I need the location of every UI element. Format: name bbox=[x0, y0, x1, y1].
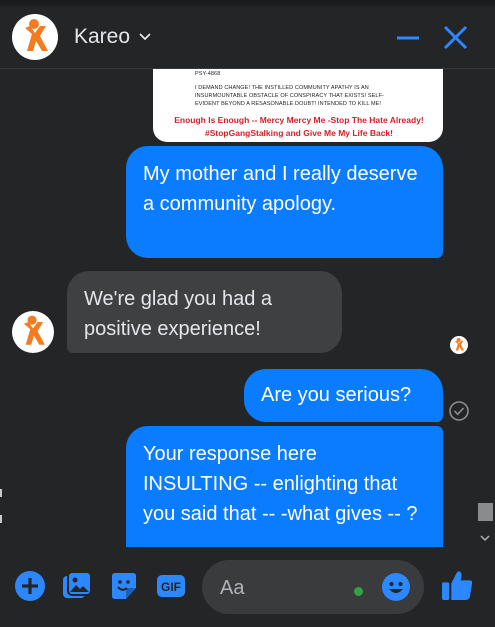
edge-mark bbox=[0, 515, 2, 523]
contact-name[interactable]: Kareo bbox=[74, 25, 130, 49]
composer: GIF bbox=[0, 548, 495, 627]
photo-icon[interactable] bbox=[61, 570, 93, 602]
close-icon[interactable] bbox=[442, 24, 470, 52]
image-text-line: I DEMAND CHANGE! THE INSTILLED COMMUNITY… bbox=[195, 85, 369, 91]
chat-window: Kareo PSY-4868 I DEMAND CHANGE! THE INST… bbox=[0, 0, 495, 627]
image-message[interactable]: PSY-4868 I DEMAND CHANGE! THE INSTILLED … bbox=[153, 69, 443, 142]
sticker-icon[interactable] bbox=[108, 570, 140, 602]
incoming-message[interactable]: We're glad you had a positive experience… bbox=[67, 271, 342, 353]
sent-check-icon bbox=[449, 401, 469, 421]
gif-icon[interactable]: GIF bbox=[155, 570, 187, 602]
image-red-text: Enough Is Enough -- Mercy Mercy Me -Stop… bbox=[174, 115, 424, 125]
scrollbar-thumb[interactable] bbox=[478, 503, 493, 521]
message-input-box[interactable] bbox=[202, 560, 424, 614]
image-text-line: INSURMOUNTABLE OBSTACLE OF CONSPIRACY TH… bbox=[195, 93, 384, 99]
contact-avatar[interactable] bbox=[12, 311, 54, 353]
image-red-text: #StopGangStalking and Give Me My Life Ba… bbox=[205, 128, 393, 138]
add-icon[interactable] bbox=[14, 570, 46, 602]
outgoing-message[interactable]: My mother and I really deserve a communi… bbox=[126, 146, 443, 258]
seen-avatar bbox=[450, 336, 468, 354]
scrollbar-track[interactable] bbox=[476, 69, 495, 547]
image-text-line: EVIDENT BEYOND A RESASONABLE DOUBT! INTE… bbox=[195, 101, 382, 107]
edge-mark bbox=[0, 489, 2, 497]
kareo-logo[interactable] bbox=[12, 14, 58, 60]
scroll-down-icon[interactable] bbox=[480, 533, 490, 543]
svg-text:GIF: GIF bbox=[161, 580, 181, 594]
outgoing-message[interactable]: Your response here INSULTING -- enlighti… bbox=[126, 426, 443, 547]
online-dot bbox=[354, 587, 363, 596]
minimize-icon[interactable] bbox=[395, 24, 423, 52]
emoji-icon[interactable] bbox=[380, 571, 412, 603]
message-list[interactable]: PSY-4868 I DEMAND CHANGE! THE INSTILLED … bbox=[0, 69, 476, 547]
outgoing-message[interactable]: Are you serious? bbox=[244, 369, 443, 422]
chevron-down-icon[interactable] bbox=[138, 30, 152, 44]
image-text-line: PSY-4868 bbox=[195, 71, 221, 77]
thumbs-up-icon[interactable] bbox=[441, 569, 474, 602]
chat-header: Kareo bbox=[0, 6, 495, 69]
message-input[interactable] bbox=[218, 574, 352, 602]
